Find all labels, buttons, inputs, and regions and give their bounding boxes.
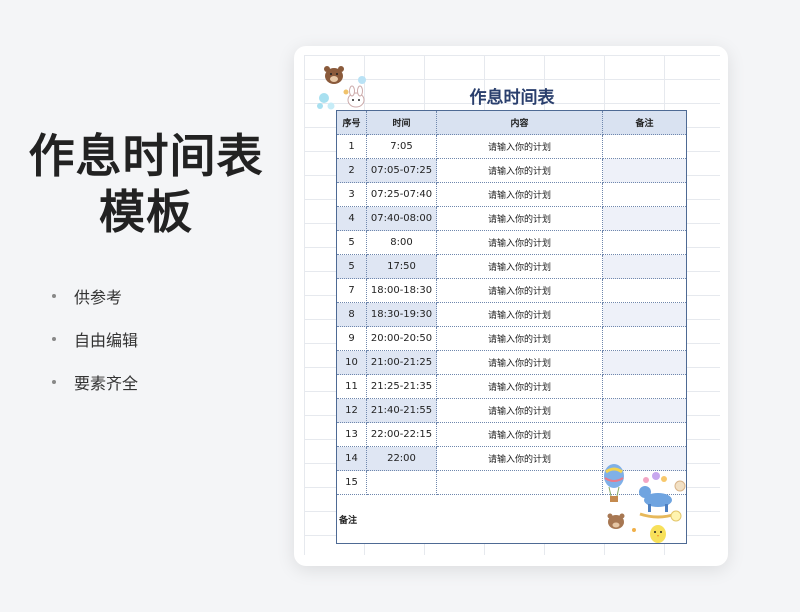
row-content[interactable]: 请输入你的计划 [436,422,603,447]
row-number[interactable]: 5 [336,254,367,279]
row-content[interactable]: 请输入你的计划 [436,326,603,351]
header-cell-time: 时间 [366,110,437,135]
table-row: 5 17:50 请输入你的计划 [336,254,687,279]
table-row: 3 07:25-07:40 请输入你的计划 [336,182,687,207]
promo-title-line2: 模板 [99,185,193,239]
table-row: 11 21:25-21:35 请输入你的计划 [336,374,687,399]
row-time[interactable]: 07:05-07:25 [366,158,437,183]
row-content[interactable] [436,470,603,495]
row-time[interactable]: 07:25-07:40 [366,182,437,207]
row-content[interactable]: 请输入你的计划 [436,206,603,231]
feature-label: 要素齐全 [74,374,139,393]
bullet-dot-icon [52,294,56,298]
table-header-row: 序号 时间 内容 备注 [336,110,687,135]
row-note[interactable] [602,182,687,207]
row-note[interactable] [602,206,687,231]
row-time[interactable]: 7:05 [366,134,437,159]
row-note[interactable] [602,134,687,159]
row-content[interactable]: 请输入你的计划 [436,446,603,471]
row-time[interactable]: 20:00-20:50 [366,326,437,351]
table-row: 5 8:00 请输入你的计划 [336,230,687,255]
row-content[interactable]: 请输入你的计划 [436,350,603,375]
row-time[interactable]: 17:50 [366,254,437,279]
row-content[interactable]: 请输入你的计划 [436,134,603,159]
table-row: 2 07:05-07:25 请输入你的计划 [336,158,687,183]
row-note[interactable] [602,374,687,399]
row-number[interactable]: 14 [336,446,367,471]
header-cell-number: 序号 [336,110,367,135]
feature-item: 要素齐全 [52,371,138,393]
row-note[interactable] [602,326,687,351]
row-note[interactable] [602,230,687,255]
row-number[interactable]: 15 [336,470,367,495]
row-number[interactable]: 13 [336,422,367,447]
row-number[interactable]: 3 [336,182,367,207]
row-number[interactable]: 5 [336,230,367,255]
table-row: 13 22:00-22:15 请输入你的计划 [336,422,687,447]
row-number[interactable]: 12 [336,398,367,423]
row-note[interactable] [602,254,687,279]
table-row: 9 20:00-20:50 请输入你的计划 [336,326,687,351]
row-number[interactable]: 8 [336,302,367,327]
row-number[interactable]: 4 [336,206,367,231]
row-content[interactable]: 请输入你的计划 [436,278,603,303]
table-row: 4 07:40-08:00 请输入你的计划 [336,206,687,231]
row-number[interactable]: 1 [336,134,367,159]
row-number[interactable]: 2 [336,158,367,183]
row-note[interactable] [602,278,687,303]
row-note[interactable] [602,422,687,447]
hot-air-balloon-icon [604,464,624,502]
table-row: 1 7:05 请输入你的计划 [336,134,687,159]
feature-item: 自由编辑 [52,328,138,350]
promo-title-line1: 作息时间表 [28,129,264,183]
table-row: 7 18:00-18:30 请输入你的计划 [336,278,687,303]
row-content[interactable]: 请输入你的计划 [436,254,603,279]
feature-label: 供参考 [74,288,123,307]
feature-label: 自由编辑 [74,331,139,350]
row-content[interactable]: 请输入你的计划 [436,158,603,183]
row-number[interactable]: 9 [336,326,367,351]
row-time[interactable]: 18:00-18:30 [366,278,437,303]
bullet-dot-icon [52,380,56,384]
row-time[interactable] [366,470,437,495]
row-content[interactable]: 请输入你的计划 [436,398,603,423]
bear-stickers-icon [317,66,366,110]
row-time[interactable]: 18:30-19:30 [366,302,437,327]
promo-title: 作息时间表 模板 [22,128,270,240]
table-row: 10 21:00-21:25 请输入你的计划 [336,350,687,375]
chick-icon [607,510,682,543]
row-note[interactable] [602,350,687,375]
header-cell-content: 内容 [436,110,603,135]
row-time[interactable]: 21:25-21:35 [366,374,437,399]
row-time[interactable]: 07:40-08:00 [366,206,437,231]
table-row: 12 21:40-21:55 请输入你的计划 [336,398,687,423]
table-row: 8 18:30-19:30 请输入你的计划 [336,302,687,327]
row-time[interactable]: 8:00 [366,230,437,255]
row-time[interactable]: 22:00 [366,446,437,471]
row-note[interactable] [602,302,687,327]
feature-item: 供参考 [52,285,138,307]
header-cell-note: 备注 [602,110,687,135]
feature-list: 供参考 自由编辑 要素齐全 [52,285,138,414]
row-content[interactable]: 请输入你的计划 [436,302,603,327]
row-number[interactable]: 10 [336,350,367,375]
row-content[interactable]: 请输入你的计划 [436,182,603,207]
row-time[interactable]: 21:00-21:25 [366,350,437,375]
row-number[interactable]: 11 [336,374,367,399]
row-note[interactable] [602,158,687,183]
bullet-dot-icon [52,337,56,341]
row-number[interactable]: 7 [336,278,367,303]
row-note[interactable] [602,398,687,423]
row-time[interactable]: 22:00-22:15 [366,422,437,447]
table-row: 14 22:00 请输入你的计划 [336,446,687,471]
row-content[interactable]: 请输入你的计划 [436,230,603,255]
row-time[interactable]: 21:40-21:55 [366,398,437,423]
row-content[interactable]: 请输入你的计划 [436,374,603,399]
